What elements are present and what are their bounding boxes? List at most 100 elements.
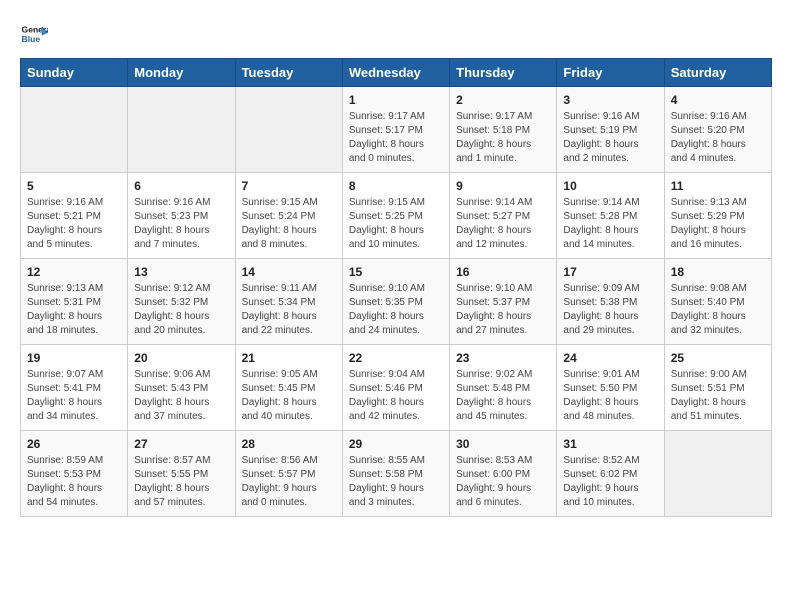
day-number: 18 bbox=[671, 265, 765, 279]
day-content: Sunrise: 9:13 AM Sunset: 5:29 PM Dayligh… bbox=[671, 196, 765, 252]
day-content: Sunrise: 9:14 AM Sunset: 5:28 PM Dayligh… bbox=[563, 196, 657, 252]
day-number: 27 bbox=[134, 437, 228, 451]
calendar-cell: 9 Sunrise: 9:14 AM Sunset: 5:27 PM Daylig… bbox=[450, 173, 557, 259]
day-content: Sunrise: 9:10 AM Sunset: 5:35 PM Dayligh… bbox=[349, 282, 443, 338]
calendar-cell: 29Sunrise: 8:55 AM Sunset: 5:58 PM Dayli… bbox=[342, 431, 449, 517]
day-content: Sunrise: 9:17 AM Sunset: 5:17 PM Dayligh… bbox=[349, 110, 443, 166]
day-number: 24 bbox=[563, 351, 657, 365]
calendar-cell bbox=[235, 87, 342, 173]
calendar-table: SundayMondayTuesdayWednesdayThursdayFrid… bbox=[20, 58, 772, 517]
day-number: 9 bbox=[456, 179, 550, 193]
calendar-cell: 17 Sunrise: 9:09 AM Sunset: 5:38 PM Dayli… bbox=[557, 259, 664, 345]
day-number: 1 bbox=[349, 93, 443, 107]
calendar-cell: 30 Sunrise: 8:53 AM Sunset: 6:00 PM Dayli… bbox=[450, 431, 557, 517]
weekday-header-tuesday: Tuesday bbox=[235, 59, 342, 87]
day-content: Sunrise: 9:07 AM Sunset: 5:41 PM Dayligh… bbox=[27, 368, 121, 424]
day-content: Sunrise: 9:15 AM Sunset: 5:24 PM Dayligh… bbox=[242, 196, 336, 252]
weekday-header-row: SundayMondayTuesdayWednesdayThursdayFrid… bbox=[21, 59, 772, 87]
calendar-cell: 11 Sunrise: 9:13 AM Sunset: 5:29 PM Dayli… bbox=[664, 173, 771, 259]
day-number: 30 bbox=[456, 437, 550, 451]
day-content: Sunrise: 9:02 AM Sunset: 5:48 PM Dayligh… bbox=[456, 368, 550, 424]
calendar-cell: 26 Sunrise: 8:59 AM Sunset: 5:53 PM Dayli… bbox=[21, 431, 128, 517]
calendar-cell bbox=[21, 87, 128, 173]
logo-icon: General Blue bbox=[20, 20, 48, 48]
day-content: Sunrise: 9:13 AM Sunset: 5:31 PM Dayligh… bbox=[27, 282, 121, 338]
day-number: 10 bbox=[563, 179, 657, 193]
day-number: 5 bbox=[27, 179, 121, 193]
calendar-cell: 16 Sunrise: 9:10 AM Sunset: 5:37 PM Dayli… bbox=[450, 259, 557, 345]
day-number: 21 bbox=[242, 351, 336, 365]
day-content: Sunrise: 9:01 AM Sunset: 5:50 PM Dayligh… bbox=[563, 368, 657, 424]
day-content: Sunrise: 9:16 AM Sunset: 5:23 PM Dayligh… bbox=[134, 196, 228, 252]
calendar-week-3: 12 Sunrise: 9:13 AM Sunset: 5:31 PM Dayli… bbox=[21, 259, 772, 345]
day-number: 23 bbox=[456, 351, 550, 365]
day-number: 20 bbox=[134, 351, 228, 365]
day-content: Sunrise: 8:52 AM Sunset: 6:02 PM Dayligh… bbox=[563, 454, 657, 510]
calendar-cell: 20 Sunrise: 9:06 AM Sunset: 5:43 PM Dayli… bbox=[128, 345, 235, 431]
day-number: 31 bbox=[563, 437, 657, 451]
calendar-cell: 2 Sunrise: 9:17 AM Sunset: 5:18 PM Daylig… bbox=[450, 87, 557, 173]
calendar-cell: 28 Sunrise: 8:56 AM Sunset: 5:57 PM Dayli… bbox=[235, 431, 342, 517]
calendar-cell: 14Sunrise: 9:11 AM Sunset: 5:34 PM Dayli… bbox=[235, 259, 342, 345]
calendar-cell: 13 Sunrise: 9:12 AM Sunset: 5:32 PM Dayli… bbox=[128, 259, 235, 345]
calendar-cell: 6 Sunrise: 9:16 AM Sunset: 5:23 PM Daylig… bbox=[128, 173, 235, 259]
day-content: Sunrise: 9:12 AM Sunset: 5:32 PM Dayligh… bbox=[134, 282, 228, 338]
calendar-cell: 5Sunrise: 9:16 AM Sunset: 5:21 PM Daylig… bbox=[21, 173, 128, 259]
calendar-cell: 25Sunrise: 9:00 AM Sunset: 5:51 PM Dayli… bbox=[664, 345, 771, 431]
day-number: 19 bbox=[27, 351, 121, 365]
calendar-cell: 18 Sunrise: 9:08 AM Sunset: 5:40 PM Dayli… bbox=[664, 259, 771, 345]
day-number: 6 bbox=[134, 179, 228, 193]
day-content: Sunrise: 9:09 AM Sunset: 5:38 PM Dayligh… bbox=[563, 282, 657, 338]
calendar-cell: 24 Sunrise: 9:01 AM Sunset: 5:50 PM Dayli… bbox=[557, 345, 664, 431]
day-number: 11 bbox=[671, 179, 765, 193]
page-header: General Blue bbox=[20, 20, 772, 48]
weekday-header-sunday: Sunday bbox=[21, 59, 128, 87]
weekday-header-saturday: Saturday bbox=[664, 59, 771, 87]
calendar-cell: 15 Sunrise: 9:10 AM Sunset: 5:35 PM Dayli… bbox=[342, 259, 449, 345]
day-content: Sunrise: 9:16 AM Sunset: 5:20 PM Dayligh… bbox=[671, 110, 765, 166]
day-number: 13 bbox=[134, 265, 228, 279]
calendar-cell: 4 Sunrise: 9:16 AM Sunset: 5:20 PM Daylig… bbox=[664, 87, 771, 173]
day-number: 25 bbox=[671, 351, 765, 365]
calendar-cell: 27 Sunrise: 8:57 AM Sunset: 5:55 PM Dayli… bbox=[128, 431, 235, 517]
day-content: Sunrise: 9:16 AM Sunset: 5:19 PM Dayligh… bbox=[563, 110, 657, 166]
day-content: Sunrise: 9:08 AM Sunset: 5:40 PM Dayligh… bbox=[671, 282, 765, 338]
day-content: Sunrise: 9:04 AM Sunset: 5:46 PM Dayligh… bbox=[349, 368, 443, 424]
calendar-week-1: 1 Sunrise: 9:17 AM Sunset: 5:17 PM Daylig… bbox=[21, 87, 772, 173]
day-content: Sunrise: 8:56 AM Sunset: 5:57 PM Dayligh… bbox=[242, 454, 336, 510]
calendar-cell: 21Sunrise: 9:05 AM Sunset: 5:45 PM Dayli… bbox=[235, 345, 342, 431]
calendar-cell: 10 Sunrise: 9:14 AM Sunset: 5:28 PM Dayli… bbox=[557, 173, 664, 259]
day-number: 4 bbox=[671, 93, 765, 107]
day-number: 28 bbox=[242, 437, 336, 451]
day-content: Sunrise: 9:17 AM Sunset: 5:18 PM Dayligh… bbox=[456, 110, 550, 166]
day-number: 7 bbox=[242, 179, 336, 193]
calendar-cell: 1 Sunrise: 9:17 AM Sunset: 5:17 PM Daylig… bbox=[342, 87, 449, 173]
day-content: Sunrise: 9:14 AM Sunset: 5:27 PM Dayligh… bbox=[456, 196, 550, 252]
calendar-cell: 19 Sunrise: 9:07 AM Sunset: 5:41 PM Dayli… bbox=[21, 345, 128, 431]
day-number: 17 bbox=[563, 265, 657, 279]
day-number: 8 bbox=[349, 179, 443, 193]
calendar-week-5: 26 Sunrise: 8:59 AM Sunset: 5:53 PM Dayli… bbox=[21, 431, 772, 517]
day-number: 29 bbox=[349, 437, 443, 451]
calendar-cell bbox=[664, 431, 771, 517]
calendar-cell: 22Sunrise: 9:04 AM Sunset: 5:46 PM Dayli… bbox=[342, 345, 449, 431]
day-number: 26 bbox=[27, 437, 121, 451]
weekday-header-thursday: Thursday bbox=[450, 59, 557, 87]
day-number: 12 bbox=[27, 265, 121, 279]
calendar-cell: 23 Sunrise: 9:02 AM Sunset: 5:48 PM Dayli… bbox=[450, 345, 557, 431]
day-content: Sunrise: 8:53 AM Sunset: 6:00 PM Dayligh… bbox=[456, 454, 550, 510]
day-content: Sunrise: 9:10 AM Sunset: 5:37 PM Dayligh… bbox=[456, 282, 550, 338]
day-number: 2 bbox=[456, 93, 550, 107]
logo: General Blue bbox=[20, 20, 52, 48]
weekday-header-friday: Friday bbox=[557, 59, 664, 87]
day-content: Sunrise: 8:57 AM Sunset: 5:55 PM Dayligh… bbox=[134, 454, 228, 510]
svg-text:Blue: Blue bbox=[22, 34, 41, 44]
calendar-week-4: 19 Sunrise: 9:07 AM Sunset: 5:41 PM Dayli… bbox=[21, 345, 772, 431]
calendar-week-2: 5Sunrise: 9:16 AM Sunset: 5:21 PM Daylig… bbox=[21, 173, 772, 259]
day-number: 15 bbox=[349, 265, 443, 279]
day-content: Sunrise: 8:59 AM Sunset: 5:53 PM Dayligh… bbox=[27, 454, 121, 510]
day-number: 16 bbox=[456, 265, 550, 279]
day-content: Sunrise: 9:06 AM Sunset: 5:43 PM Dayligh… bbox=[134, 368, 228, 424]
calendar-cell: 12 Sunrise: 9:13 AM Sunset: 5:31 PM Dayli… bbox=[21, 259, 128, 345]
weekday-header-wednesday: Wednesday bbox=[342, 59, 449, 87]
